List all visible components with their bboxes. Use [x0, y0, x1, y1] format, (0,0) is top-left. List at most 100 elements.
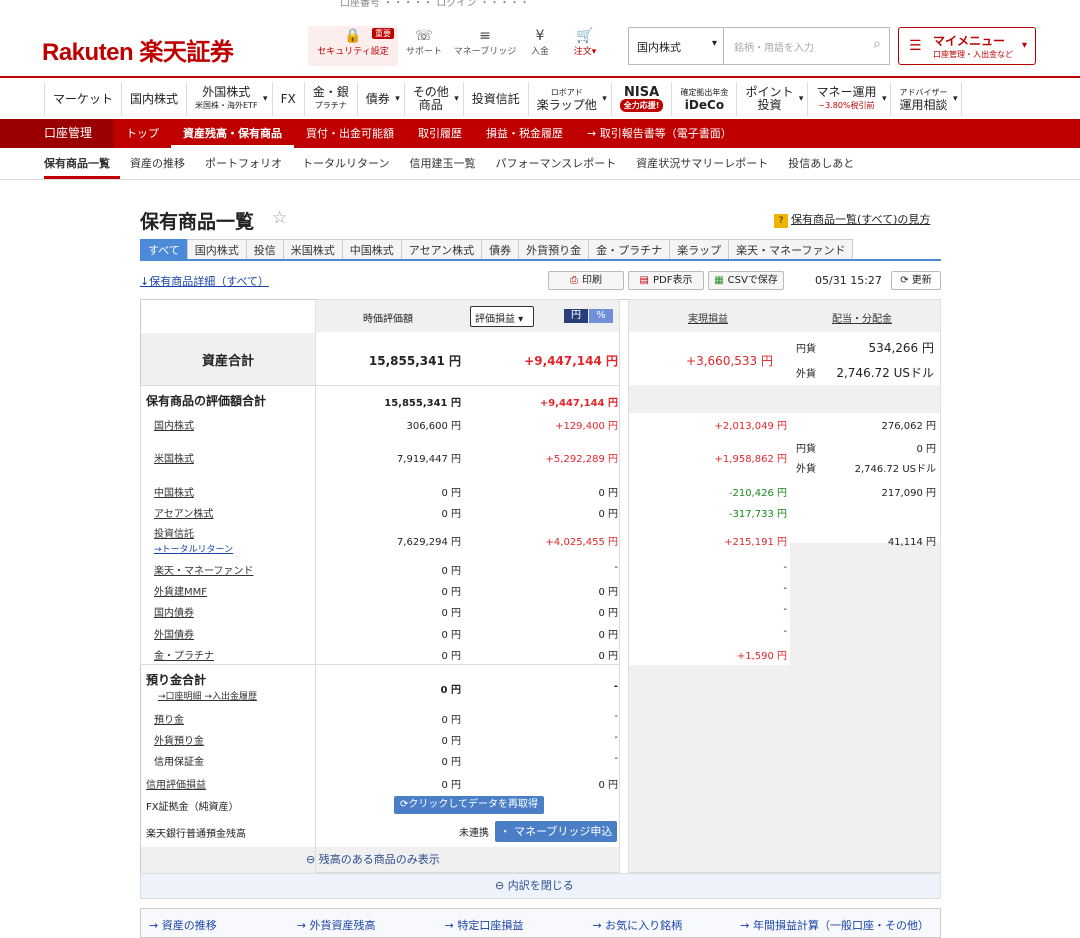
search-category-select[interactable]: 国内株式 [629, 28, 724, 64]
account-management[interactable]: 口座管理 [0, 119, 115, 148]
money-bridge-apply-button[interactable]: ・ マネーブリッジ申込 [495, 821, 617, 842]
redbar-assets[interactable]: 資産残高・保有商品 [171, 119, 295, 148]
row-fund-label[interactable]: 投資信託 [154, 525, 194, 540]
row-us-label[interactable]: 米国株式 [154, 450, 194, 465]
redbar-reports[interactable]: → 取引報告書等（電子書面） [575, 119, 744, 148]
nav-label: マネー運用 [816, 85, 877, 99]
tab-moneyfund[interactable]: 楽天・マネーファンド [728, 239, 854, 259]
nav-fx[interactable]: FX [273, 82, 305, 116]
close-breakdown-label: 内訳を閉じる [507, 879, 574, 892]
subnav-asset-trend[interactable]: 資産の推移 [120, 148, 195, 179]
tab-us[interactable]: 米国株式 [282, 239, 343, 259]
row-gold-gain: 0 円 [598, 651, 618, 662]
search-input[interactable]: 銘柄・用語を入力 ⌕ [724, 28, 889, 64]
subnav-total-return[interactable]: トータルリターン [292, 148, 399, 179]
nav-robo[interactable]: ロボアド 楽ラップ他 [529, 82, 612, 116]
credit-label[interactable]: 信用評価損益 [146, 776, 206, 791]
row-fund-total-return-link[interactable]: →トータルリターン [154, 542, 233, 555]
tab-china[interactable]: 中国株式 [341, 239, 402, 259]
row-fxmmf-label[interactable]: 外貨建MMF [154, 583, 207, 598]
subnav-portfolio[interactable]: ポートフォリオ [195, 148, 292, 179]
nav-market[interactable]: マーケット [45, 82, 123, 116]
unit-yen-toggle[interactable]: 円 [564, 309, 588, 323]
tab-gold[interactable]: 金・プラチナ [588, 239, 671, 259]
dep-yen-label[interactable]: 預り金 [154, 711, 184, 726]
csv-button[interactable]: ▦ CSVで保存 [708, 271, 784, 290]
row-fbond-label[interactable]: 外国債券 [154, 626, 194, 641]
row-fund-realized: +215,191 円 [724, 537, 787, 548]
tab-bond[interactable]: 債券 [481, 239, 520, 259]
footer-asset-trend[interactable]: → 資産の推移 [149, 909, 297, 937]
nav-sub: 米国株・海外ETF [195, 101, 258, 110]
show-nonzero-toggle[interactable]: ⊖ 残高のある商品のみ表示 [306, 851, 440, 867]
tab-fx-deposit[interactable]: 外貨預り金 [518, 239, 590, 259]
row-china-label[interactable]: 中国株式 [154, 484, 194, 499]
col-header-dividend[interactable]: 配当・分配金 [832, 310, 892, 325]
subnav-summary[interactable]: 資産状況サマリーレポート [626, 148, 778, 179]
nav-other[interactable]: その他 商品 [405, 82, 464, 116]
nav-domestic-stock[interactable]: 国内株式 [122, 82, 188, 116]
tab-fund[interactable]: 投信 [245, 239, 284, 259]
security-settings-button[interactable]: 重要 🔒 セキュリティ設定 [308, 26, 398, 66]
row-moneyfund-label[interactable]: 楽天・マネーファンド [154, 562, 253, 577]
subnav-fund-footprint[interactable]: 投信あしあと [778, 148, 864, 179]
tab-rakuwrap[interactable]: 楽ラップ [669, 239, 730, 259]
row-domestic-label[interactable]: 国内株式 [154, 417, 194, 432]
sub-total-value: 15,855,341 円 [384, 398, 461, 409]
money-bridge-button[interactable]: ≡ マネーブリッジ [450, 26, 520, 66]
rakuten-logo[interactable]: Rakuten 楽天証券 [42, 32, 234, 67]
deposit-button[interactable]: ¥ 入金 [520, 26, 560, 66]
redbar-history[interactable]: 取引履歴 [406, 119, 474, 148]
order-button[interactable]: 🛒 注文▾ [560, 26, 610, 66]
deposit-links[interactable]: →口座明細 →入出金履歴 [158, 689, 257, 702]
tab-all[interactable]: すべて [140, 239, 188, 259]
col-header-realized[interactable]: 実現損益 [688, 310, 728, 325]
nav-gold[interactable]: 金・銀 プラチナ [305, 82, 358, 116]
site-header: 口座番号 ・・・・・ ログイン ・・・・・ Rakuten 楽天証券 重要 🔒 セキ… [0, 0, 1080, 78]
row-gold-label[interactable]: 金・プラチナ [154, 647, 214, 662]
subnav-holdings[interactable]: 保有商品一覧 [44, 148, 120, 179]
tab-asean[interactable]: アセアン株式 [400, 239, 483, 259]
footer-favorites[interactable]: → お気に入り銘柄 [592, 909, 740, 937]
support-button[interactable]: ☏ サポート [398, 26, 450, 66]
nav-fund[interactable]: 投資信託 [464, 82, 529, 116]
nav-money[interactable]: マネー運用 ~3.80%税引前 [808, 82, 892, 116]
subnav-margin[interactable]: 信用建玉一覧 [399, 148, 485, 179]
gain-type-select[interactable]: 評価損益 ▾ [470, 306, 534, 327]
footer-fx-assets[interactable]: → 外貨資産残高 [297, 909, 445, 937]
favorite-star-icon[interactable]: ☆ [272, 208, 287, 228]
nav-sub: 投資 [757, 98, 782, 112]
search-icon[interactable]: ⌕ [873, 36, 881, 52]
unit-pct-toggle[interactable]: % [589, 309, 613, 323]
redbar-buying-power[interactable]: 買付・出金可能額 [294, 119, 406, 148]
footer-specific-account[interactable]: → 特定口座損益 [445, 909, 593, 937]
nav-foreign-stock[interactable]: 外国株式 米国株・海外ETF [187, 82, 273, 116]
nav-point[interactable]: ポイント 投資 [737, 82, 809, 116]
dep-fx-label[interactable]: 外貨預り金 [154, 732, 204, 747]
deposit-total-gain: - [613, 681, 618, 692]
row-china-div: 217,090 円 [881, 488, 936, 499]
nav-nisa[interactable]: NISA 全力応援! [612, 82, 673, 116]
pdf-button[interactable]: ▤ PDF表示 [628, 271, 704, 290]
tab-domestic[interactable]: 国内株式 [186, 239, 247, 259]
subnav-performance[interactable]: パフォーマンスレポート [485, 148, 626, 179]
nav-ideco[interactable]: 確定拠出年金 iDeCo [672, 82, 738, 116]
close-breakdown-toggle[interactable]: ⊖ 内訳を閉じる [495, 877, 574, 893]
my-menu-button[interactable]: ☰ マイメニュー 口座管理・入出金など [898, 27, 1036, 65]
print-button[interactable]: ⎙ 印刷 [548, 271, 624, 290]
update-button[interactable]: ⟳ 更新 [891, 271, 941, 290]
nav-advisor[interactable]: アドバイザー 運用相談 [891, 82, 963, 116]
row-jbond-label[interactable]: 国内債券 [154, 604, 194, 619]
menu-doc-icon: ☰ [909, 38, 922, 54]
redbar-top[interactable]: トップ [114, 119, 171, 148]
row-domestic-div: 276,062 円 [881, 421, 936, 432]
nav-bond[interactable]: 債券 [358, 82, 405, 116]
dep-fx-gain: - [614, 732, 618, 743]
help-link[interactable]: ? 保有商品一覧(すべて)の見方 [774, 211, 930, 228]
search-placeholder: 銘柄・用語を入力 [734, 43, 814, 54]
redbar-tax[interactable]: 損益・税金履歴 [474, 119, 575, 148]
holdings-detail-link[interactable]: ↓保有商品詳細（すべて） [140, 273, 269, 289]
footer-annual-pl[interactable]: → 年間損益計算（一般口座・その他） [740, 909, 940, 937]
refetch-button[interactable]: ⟳クリックしてデータを再取得 [394, 796, 544, 814]
row-asean-label[interactable]: アセアン株式 [154, 505, 213, 520]
